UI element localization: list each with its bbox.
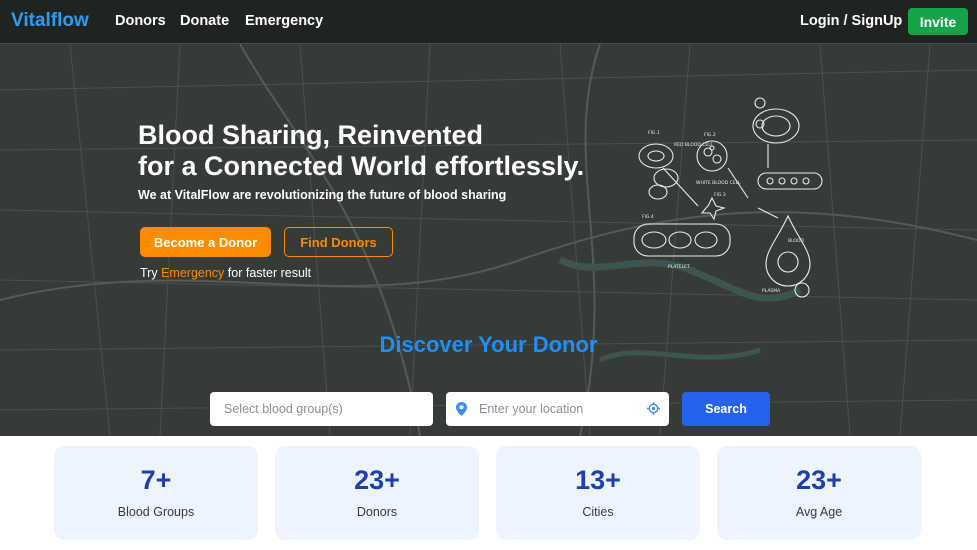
location-input[interactable] (479, 392, 639, 426)
stat-value: 23+ (354, 465, 400, 495)
stat-value: 23+ (796, 465, 842, 495)
location-field[interactable] (446, 392, 669, 426)
login-signup-link[interactable]: Login / SignUp (800, 13, 902, 29)
current-location-icon[interactable] (647, 402, 660, 415)
invite-button[interactable]: Invite (908, 8, 968, 35)
fig4-label: FIG.4 (642, 214, 654, 220)
blood-group-select[interactable] (210, 392, 434, 426)
nav-link-donate[interactable]: Donate (180, 13, 229, 29)
stat-label: Avg Age (795, 505, 843, 519)
white-cell-label: WHITE BLOOD CELL (696, 180, 741, 186)
try-prefix: Try (140, 266, 158, 280)
platelet-label: PLATELET (668, 264, 690, 270)
search-button[interactable]: Search (682, 392, 770, 426)
stat-card-avg-age: 23+ Avg Age (717, 446, 921, 540)
stat-label: Donors (356, 505, 398, 519)
stat-label: Blood Groups (117, 505, 195, 519)
headline-line-2: for a Connected World effortlessly. (138, 151, 585, 181)
location-pin-icon (456, 402, 467, 416)
try-emergency-text: Try Emergency for faster result (140, 266, 311, 280)
stat-label: Cities (582, 505, 614, 519)
map-background (0, 0, 977, 436)
stat-value: 13+ (575, 465, 621, 495)
become-donor-button[interactable]: Become a Donor (140, 227, 271, 257)
stat-card-cities: 13+ Cities (496, 446, 700, 540)
blood-group-input[interactable] (224, 392, 434, 426)
hero-headline: Blood Sharing, Reinvented for a Connecte… (138, 120, 584, 182)
blood-label: BLOOD (788, 238, 805, 244)
fig2-label: FIG.2 (704, 132, 716, 138)
nav-link-emergency[interactable]: Emergency (245, 13, 323, 29)
find-donors-button[interactable]: Find Donors (284, 227, 393, 257)
red-cell-label: RED BLOOD CELL (674, 142, 714, 148)
blood-cells-illustration: FIG.1 FIG.2 FIG.3 FIG.4 RED BLOOD CELL W… (633, 97, 823, 298)
try-suffix: for faster result (227, 266, 312, 280)
fig1-label: FIG.1 (648, 130, 660, 136)
discover-title: Discover Your Donor (379, 332, 598, 357)
stat-card-blood-groups: 7+ Blood Groups (54, 446, 258, 540)
hero-subline: We at VitalFlow are revolutionizing the … (138, 188, 507, 202)
brand-logo[interactable]: Vitalflow (11, 10, 89, 32)
plasma-label: PLASMA (762, 288, 781, 294)
stat-value: 7+ (140, 465, 172, 495)
emergency-link[interactable]: Emergency (161, 266, 224, 280)
top-navbar: Vitalflow Donors Donate Emergency Login … (0, 0, 977, 44)
stat-card-donors: 23+ Donors (275, 446, 479, 540)
nav-link-donors[interactable]: Donors (115, 13, 166, 29)
hero-section: Vitalflow Donors Donate Emergency Login … (0, 0, 977, 436)
headline-line-1: Blood Sharing, Reinvented (138, 120, 484, 150)
fig3-label: FIG.3 (714, 192, 726, 198)
